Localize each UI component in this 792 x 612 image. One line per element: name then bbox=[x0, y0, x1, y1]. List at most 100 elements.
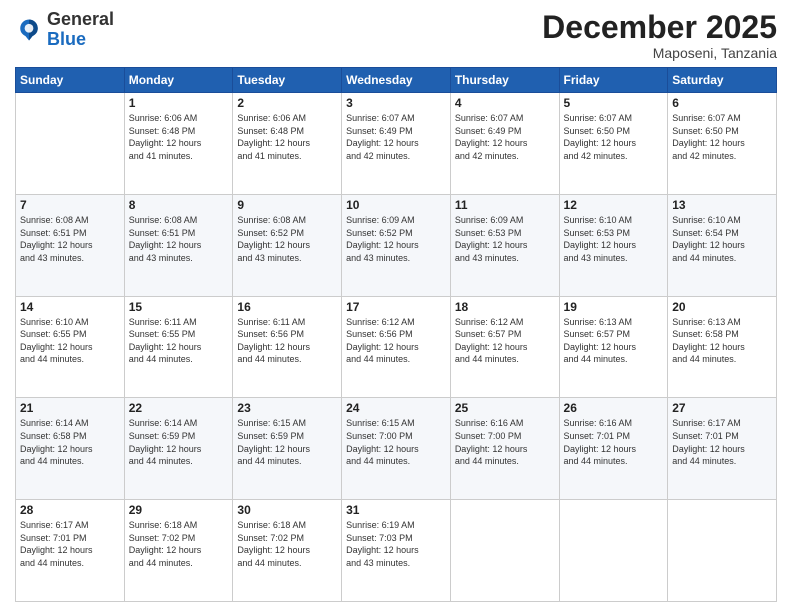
calendar-cell: 17 Sunrise: 6:12 AM Sunset: 6:56 PM Dayli… bbox=[342, 296, 451, 398]
calendar-cell: 8Sunrise: 6:08 AM Sunset: 6:51 PM Daylig… bbox=[124, 194, 233, 296]
day-number: 12 bbox=[564, 198, 664, 212]
day-number: 3 bbox=[346, 96, 446, 110]
day-number: 24 bbox=[346, 401, 446, 415]
day-number: 6 bbox=[672, 96, 772, 110]
day-number: 10 bbox=[346, 198, 446, 212]
calendar-cell: 9 Sunrise: 6:08 AM Sunset: 6:52 PM Daylig… bbox=[233, 194, 342, 296]
calendar-cell: 4 Sunrise: 6:07 AM Sunset: 6:49 PM Daylig… bbox=[450, 93, 559, 195]
day-info: Sunrise: 6:07 AM Sunset: 6:50 PM Dayligh… bbox=[564, 112, 664, 162]
day-number: 14 bbox=[20, 300, 120, 314]
calendar-cell bbox=[450, 500, 559, 602]
day-number: 18 bbox=[455, 300, 555, 314]
day-number: 19 bbox=[564, 300, 664, 314]
calendar-header-monday: Monday bbox=[124, 68, 233, 93]
day-number: 29 bbox=[129, 503, 229, 517]
calendar-cell: 21 Sunrise: 6:14 AM Sunset: 6:58 PM Dayli… bbox=[16, 398, 125, 500]
calendar-cell: 14 Sunrise: 6:10 AM Sunset: 6:55 PM Dayli… bbox=[16, 296, 125, 398]
calendar-cell: 1 Sunrise: 6:06 AM Sunset: 6:48 PM Daylig… bbox=[124, 93, 233, 195]
day-info: Sunrise: 6:07 AM Sunset: 6:49 PM Dayligh… bbox=[455, 112, 555, 162]
calendar-cell: 30 Sunrise: 6:18 AM Sunset: 7:02 PM Dayli… bbox=[233, 500, 342, 602]
calendar-cell: 23 Sunrise: 6:15 AM Sunset: 6:59 PM Dayli… bbox=[233, 398, 342, 500]
header: General Blue December 2025 Maposeni, Tan… bbox=[15, 10, 777, 61]
day-number: 20 bbox=[672, 300, 772, 314]
day-info: Sunrise: 6:10 AM Sunset: 6:53 PM Dayligh… bbox=[564, 214, 664, 264]
day-number: 4 bbox=[455, 96, 555, 110]
day-number: 16 bbox=[237, 300, 337, 314]
day-info: Sunrise: 6:08 AM Sunset: 6:51 PM Dayligh… bbox=[129, 214, 229, 264]
day-info: Sunrise: 6:16 AM Sunset: 7:00 PM Dayligh… bbox=[455, 417, 555, 467]
calendar-cell: 26 Sunrise: 6:16 AM Sunset: 7:01 PM Dayli… bbox=[559, 398, 668, 500]
day-number: 26 bbox=[564, 401, 664, 415]
day-info: Sunrise: 6:08 AM Sunset: 6:51 PM Dayligh… bbox=[20, 214, 120, 264]
day-number: 17 bbox=[346, 300, 446, 314]
day-info: Sunrise: 6:08 AM Sunset: 6:52 PM Dayligh… bbox=[237, 214, 337, 264]
calendar-cell: 25 Sunrise: 6:16 AM Sunset: 7:00 PM Dayli… bbox=[450, 398, 559, 500]
day-info: Sunrise: 6:12 AM Sunset: 6:56 PM Dayligh… bbox=[346, 316, 446, 366]
calendar-cell: 29 Sunrise: 6:18 AM Sunset: 7:02 PM Dayli… bbox=[124, 500, 233, 602]
day-info: Sunrise: 6:06 AM Sunset: 6:48 PM Dayligh… bbox=[129, 112, 229, 162]
day-info: Sunrise: 6:15 AM Sunset: 7:00 PM Dayligh… bbox=[346, 417, 446, 467]
calendar-cell: 12 Sunrise: 6:10 AM Sunset: 6:53 PM Dayli… bbox=[559, 194, 668, 296]
day-number: 25 bbox=[455, 401, 555, 415]
day-info: Sunrise: 6:10 AM Sunset: 6:54 PM Dayligh… bbox=[672, 214, 772, 264]
calendar-cell: 24 Sunrise: 6:15 AM Sunset: 7:00 PM Dayli… bbox=[342, 398, 451, 500]
calendar-cell bbox=[16, 93, 125, 195]
calendar-cell: 27 Sunrise: 6:17 AM Sunset: 7:01 PM Dayli… bbox=[668, 398, 777, 500]
day-info: Sunrise: 6:18 AM Sunset: 7:02 PM Dayligh… bbox=[129, 519, 229, 569]
calendar-header-saturday: Saturday bbox=[668, 68, 777, 93]
calendar-header-wednesday: Wednesday bbox=[342, 68, 451, 93]
logo-icon bbox=[15, 16, 43, 44]
day-number: 23 bbox=[237, 401, 337, 415]
day-number: 31 bbox=[346, 503, 446, 517]
day-info: Sunrise: 6:10 AM Sunset: 6:55 PM Dayligh… bbox=[20, 316, 120, 366]
day-info: Sunrise: 6:09 AM Sunset: 6:52 PM Dayligh… bbox=[346, 214, 446, 264]
day-number: 13 bbox=[672, 198, 772, 212]
calendar-week-4: 21 Sunrise: 6:14 AM Sunset: 6:58 PM Dayli… bbox=[16, 398, 777, 500]
day-info: Sunrise: 6:18 AM Sunset: 7:02 PM Dayligh… bbox=[237, 519, 337, 569]
calendar-week-5: 28Sunrise: 6:17 AM Sunset: 7:01 PM Dayli… bbox=[16, 500, 777, 602]
calendar-header-tuesday: Tuesday bbox=[233, 68, 342, 93]
logo: General Blue bbox=[15, 10, 114, 50]
day-info: Sunrise: 6:06 AM Sunset: 6:48 PM Dayligh… bbox=[237, 112, 337, 162]
day-info: Sunrise: 6:14 AM Sunset: 6:59 PM Dayligh… bbox=[129, 417, 229, 467]
calendar-cell: 28Sunrise: 6:17 AM Sunset: 7:01 PM Dayli… bbox=[16, 500, 125, 602]
day-info: Sunrise: 6:13 AM Sunset: 6:57 PM Dayligh… bbox=[564, 316, 664, 366]
day-info: Sunrise: 6:16 AM Sunset: 7:01 PM Dayligh… bbox=[564, 417, 664, 467]
calendar-cell: 31 Sunrise: 6:19 AM Sunset: 7:03 PM Dayli… bbox=[342, 500, 451, 602]
calendar-cell: 11Sunrise: 6:09 AM Sunset: 6:53 PM Dayli… bbox=[450, 194, 559, 296]
calendar-cell: 18Sunrise: 6:12 AM Sunset: 6:57 PM Dayli… bbox=[450, 296, 559, 398]
day-info: Sunrise: 6:14 AM Sunset: 6:58 PM Dayligh… bbox=[20, 417, 120, 467]
day-info: Sunrise: 6:07 AM Sunset: 6:50 PM Dayligh… bbox=[672, 112, 772, 162]
month-title: December 2025 bbox=[542, 10, 777, 45]
day-info: Sunrise: 6:17 AM Sunset: 7:01 PM Dayligh… bbox=[20, 519, 120, 569]
calendar-header-thursday: Thursday bbox=[450, 68, 559, 93]
calendar-cell: 19 Sunrise: 6:13 AM Sunset: 6:57 PM Dayli… bbox=[559, 296, 668, 398]
logo-blue: Blue bbox=[47, 29, 86, 49]
calendar-cell: 20 Sunrise: 6:13 AM Sunset: 6:58 PM Dayli… bbox=[668, 296, 777, 398]
calendar-cell: 13 Sunrise: 6:10 AM Sunset: 6:54 PM Dayli… bbox=[668, 194, 777, 296]
calendar-cell: 10 Sunrise: 6:09 AM Sunset: 6:52 PM Dayli… bbox=[342, 194, 451, 296]
day-info: Sunrise: 6:19 AM Sunset: 7:03 PM Dayligh… bbox=[346, 519, 446, 569]
calendar-cell: 5Sunrise: 6:07 AM Sunset: 6:50 PM Daylig… bbox=[559, 93, 668, 195]
day-number: 9 bbox=[237, 198, 337, 212]
day-info: Sunrise: 6:11 AM Sunset: 6:55 PM Dayligh… bbox=[129, 316, 229, 366]
day-number: 30 bbox=[237, 503, 337, 517]
calendar-cell bbox=[668, 500, 777, 602]
day-number: 2 bbox=[237, 96, 337, 110]
calendar-cell: 22Sunrise: 6:14 AM Sunset: 6:59 PM Dayli… bbox=[124, 398, 233, 500]
calendar-cell: 15Sunrise: 6:11 AM Sunset: 6:55 PM Dayli… bbox=[124, 296, 233, 398]
day-number: 7 bbox=[20, 198, 120, 212]
day-number: 27 bbox=[672, 401, 772, 415]
location: Maposeni, Tanzania bbox=[542, 45, 777, 61]
day-number: 1 bbox=[129, 96, 229, 110]
day-info: Sunrise: 6:15 AM Sunset: 6:59 PM Dayligh… bbox=[237, 417, 337, 467]
day-info: Sunrise: 6:13 AM Sunset: 6:58 PM Dayligh… bbox=[672, 316, 772, 366]
page: General Blue December 2025 Maposeni, Tan… bbox=[0, 0, 792, 612]
day-info: Sunrise: 6:17 AM Sunset: 7:01 PM Dayligh… bbox=[672, 417, 772, 467]
calendar-header-friday: Friday bbox=[559, 68, 668, 93]
calendar-week-3: 14 Sunrise: 6:10 AM Sunset: 6:55 PM Dayli… bbox=[16, 296, 777, 398]
calendar-cell: 7 Sunrise: 6:08 AM Sunset: 6:51 PM Daylig… bbox=[16, 194, 125, 296]
calendar-week-2: 7 Sunrise: 6:08 AM Sunset: 6:51 PM Daylig… bbox=[16, 194, 777, 296]
day-number: 21 bbox=[20, 401, 120, 415]
title-block: December 2025 Maposeni, Tanzania bbox=[542, 10, 777, 61]
